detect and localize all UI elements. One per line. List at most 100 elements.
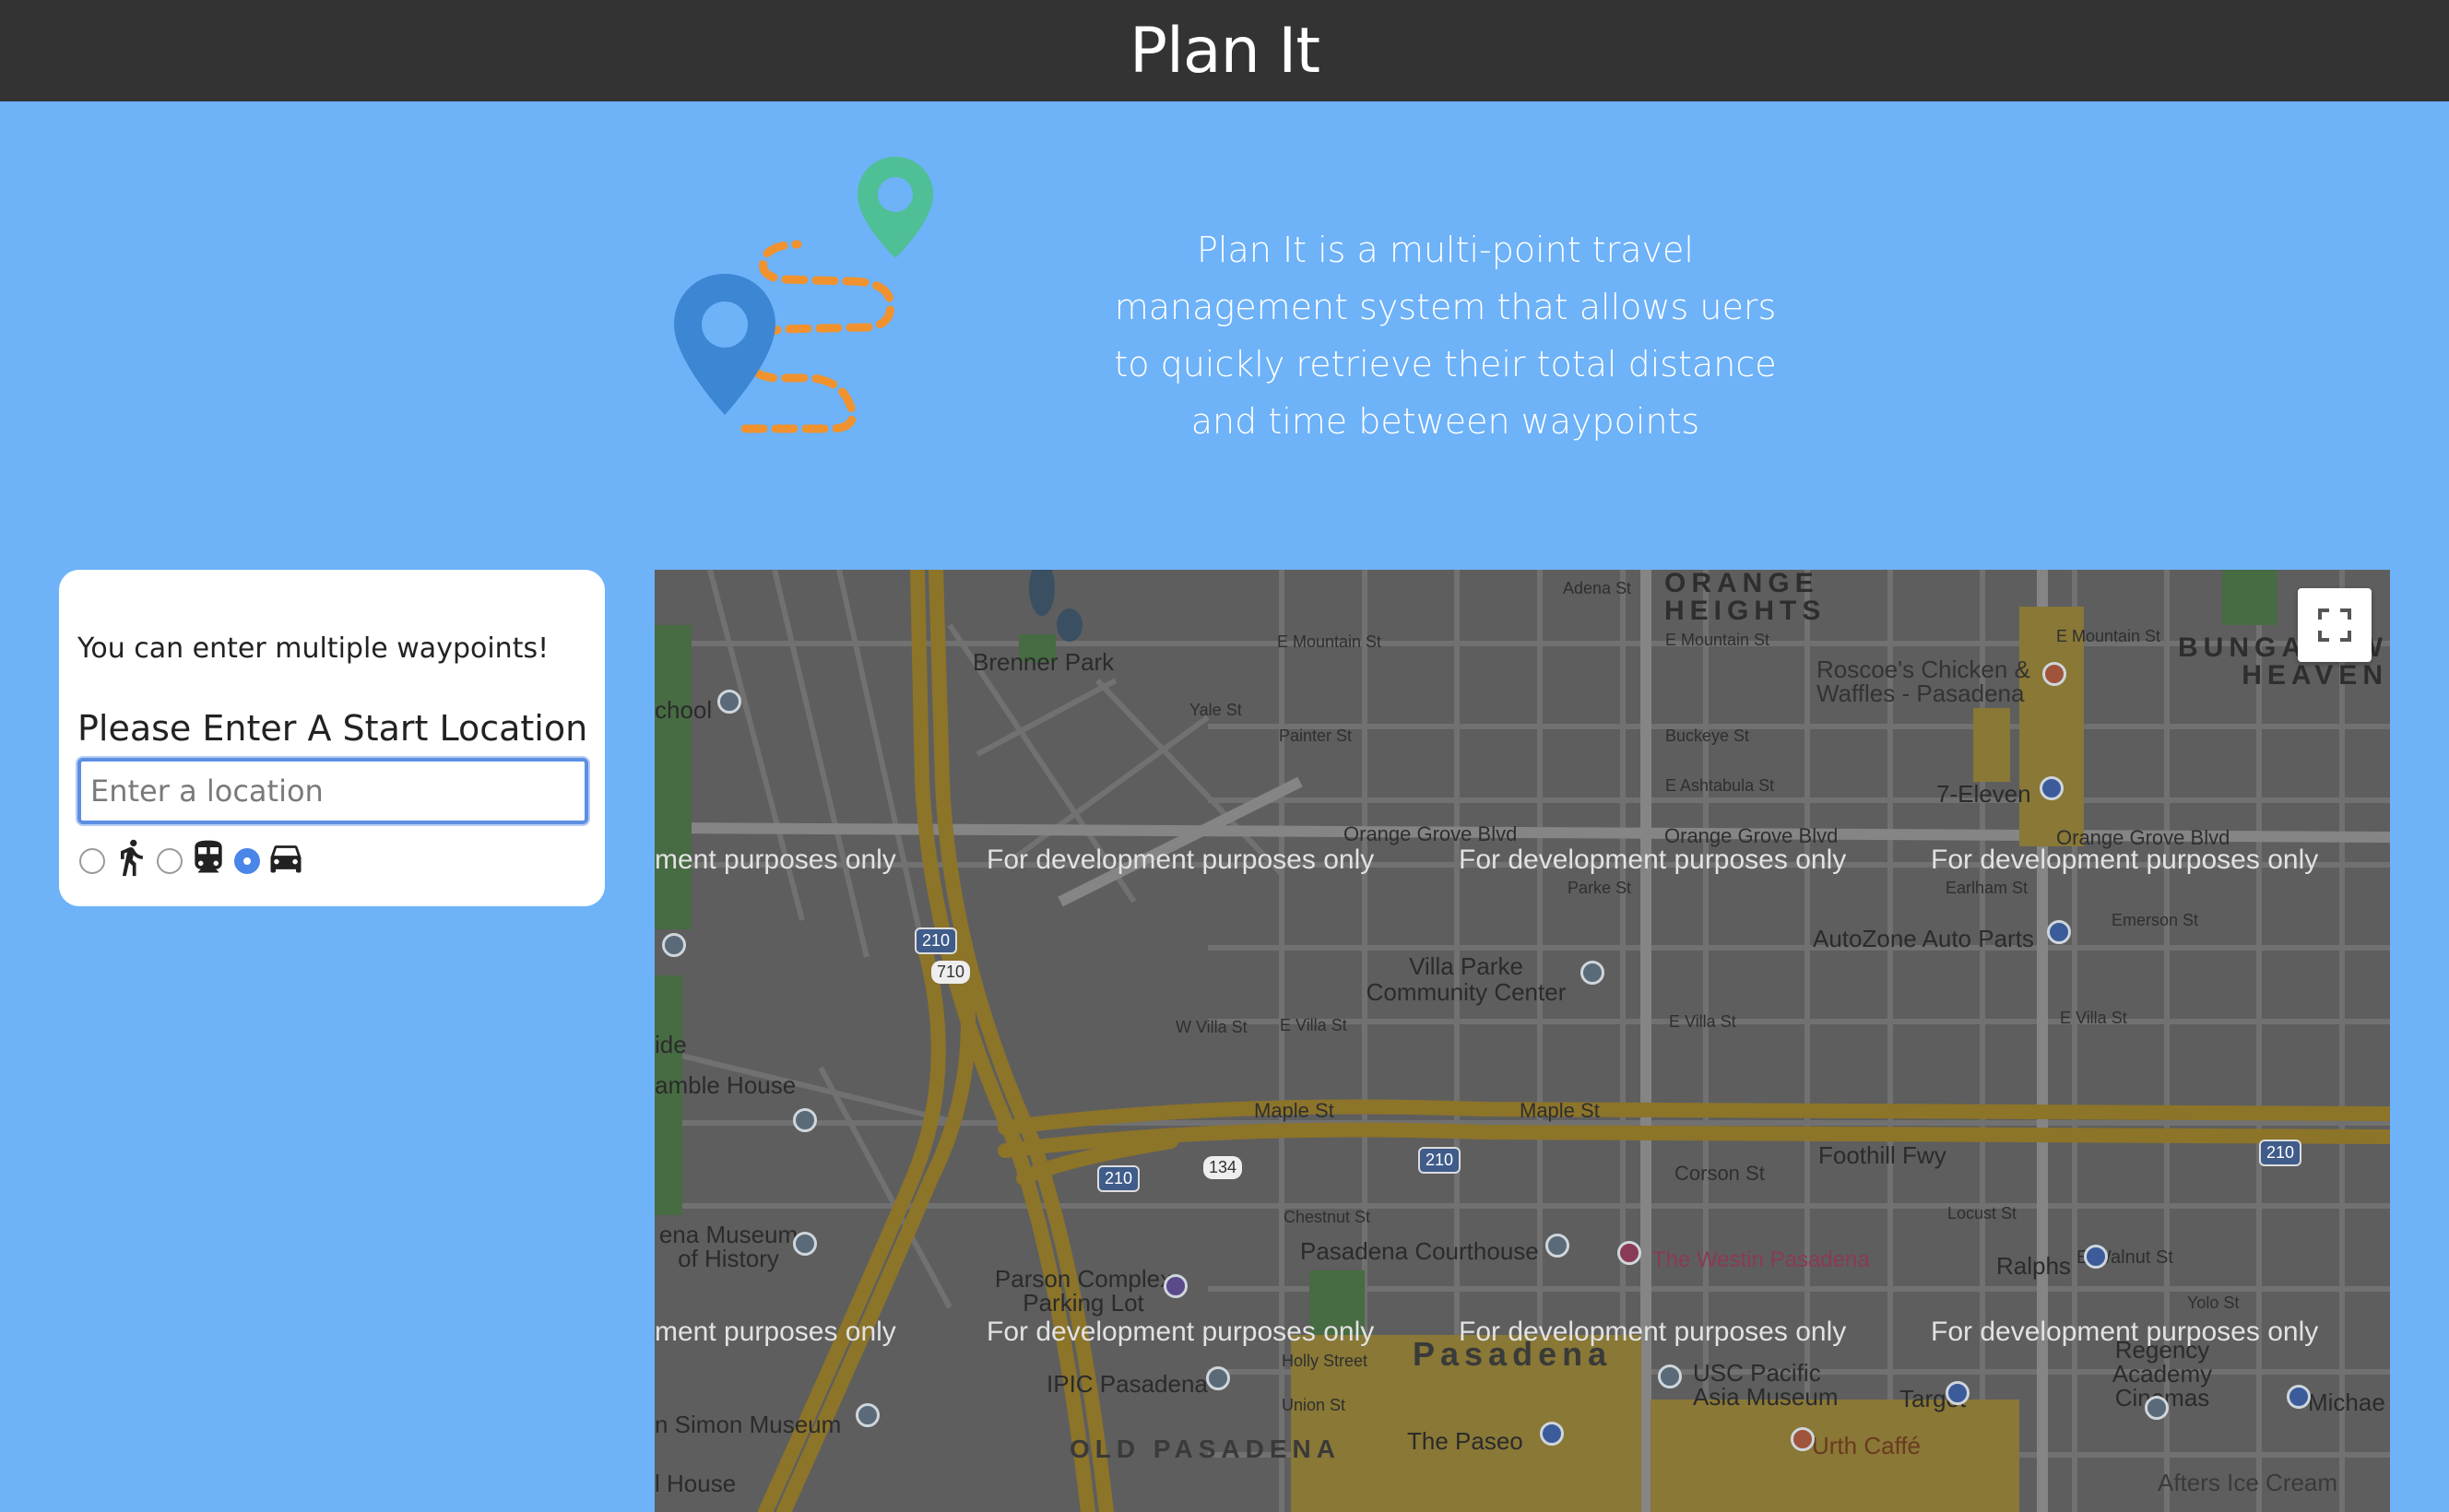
map-poi-pin[interactable] (793, 1108, 817, 1132)
street-label: Buckeye St (1665, 726, 1750, 745)
map-poi-pin[interactable] (2042, 662, 2066, 686)
map-poi-pin[interactable] (1658, 1364, 1682, 1388)
app-header: Plan It (0, 0, 2449, 101)
walking-radio[interactable] (79, 848, 105, 874)
street-label: Union St (1282, 1396, 1346, 1414)
street-label: E Mountain St (1665, 631, 1770, 649)
transit-icon (195, 840, 222, 873)
map-label: AutoZone Auto Parts (1813, 925, 2034, 952)
highway-shield: 710 (931, 961, 971, 984)
map-poi-pin[interactable] (1545, 1234, 1569, 1258)
map-poi-pin[interactable] (2040, 776, 2064, 800)
map-label: amble House (655, 1071, 797, 1099)
dev-watermark: ment purposes only (655, 845, 896, 875)
map-district-label: ORANGE HEIGHTS (1664, 570, 1827, 626)
map-label: l House (655, 1470, 737, 1497)
start-location-input[interactable] (77, 758, 588, 824)
street-label: W Villa St (1176, 1018, 1248, 1036)
map-poi-pin[interactable] (1946, 1381, 1970, 1405)
map-label: chool (655, 696, 713, 724)
map-poi-pin[interactable] (2287, 1385, 2311, 1409)
map-poi-pin[interactable] (1580, 961, 1604, 985)
dev-watermark: For development purposes only (1931, 845, 2319, 875)
map-label: Ralphs (1996, 1252, 2071, 1280)
street-label: Orange Grove Blvd (1343, 822, 1518, 845)
map-poi-pin[interactable] (662, 933, 686, 957)
street-label: Earlham St (1946, 879, 2029, 897)
map-label: USC Pacific Asia Museum (1693, 1359, 1839, 1411)
highway-shield: 210 (915, 927, 958, 954)
map-label: n Simon Museum (655, 1411, 842, 1438)
highway-shield: 210 (2259, 1140, 2302, 1166)
street-label: E Mountain St (2056, 627, 2161, 645)
dev-watermark: ment purposes only (655, 1317, 896, 1347)
street-label: Adena St (1563, 579, 1632, 597)
street-label: Yolo St (2187, 1293, 2240, 1312)
street-label: Holly Street (1282, 1352, 1368, 1370)
car-icon (270, 845, 302, 873)
waypoint-form: You can enter multiple waypoints! Please… (59, 570, 605, 906)
street-label: E Ashtabula St (1665, 776, 1775, 795)
street-label: Parke St (1568, 879, 1632, 897)
map-poi-pin[interactable] (1206, 1366, 1230, 1390)
map-poi-pin[interactable] (2047, 920, 2071, 944)
map-poi-pin[interactable] (2145, 1396, 2169, 1420)
street-label: E Mountain St (1277, 632, 1382, 651)
map-label: Roscoe's Chicken & Waffles - Pasadena (1816, 656, 2030, 707)
fullscreen-icon (2318, 608, 2351, 642)
map-label: 7-Eleven (1936, 780, 2031, 808)
street-label: Yale St (1189, 701, 1242, 719)
street-label: Corson St (1674, 1162, 1765, 1185)
map-poi-pin[interactable] (1617, 1241, 1641, 1265)
street-label: E Villa St (1669, 1012, 1736, 1031)
map-poi-pin[interactable] (1791, 1427, 1815, 1451)
map-label: Urth Caffé (1812, 1432, 1922, 1459)
map-label: Brenner Park (973, 648, 1115, 676)
waypoint-hint: You can enter multiple waypoints! (77, 632, 550, 665)
dev-watermark: For development purposes only (987, 845, 1375, 875)
fullscreen-button[interactable] (2298, 588, 2372, 662)
map-poi-pin[interactable] (793, 1232, 817, 1256)
highway-shield: 210 (1097, 1165, 1141, 1192)
map-label: Parson Complex Parking Lot (994, 1265, 1173, 1317)
street-label: Chestnut St (1284, 1208, 1371, 1226)
start-location-label: Please Enter A Start Location (77, 708, 588, 749)
dev-watermark: For development purposes only (1459, 1317, 1847, 1347)
app-description: Plan It is a multi-point travel manageme… (1114, 230, 1777, 442)
app-title: Plan It (1130, 14, 1320, 88)
map-label: The Westin Pasadena (1652, 1247, 1870, 1272)
route-pins-icon (664, 152, 959, 447)
street-label: Maple St (1520, 1099, 1600, 1122)
map-poi-pin[interactable] (1540, 1422, 1564, 1446)
street-label: Emerson St (2112, 911, 2199, 929)
map-label: IPIC Pasadena (1047, 1370, 1208, 1398)
highway-shield: 134 (1203, 1156, 1243, 1179)
map-poi-pin[interactable] (717, 690, 741, 714)
street-label: E Villa St (2060, 1009, 2127, 1027)
map-label: Afters Ice Cream (2158, 1469, 2338, 1496)
car-radio[interactable] (234, 848, 260, 874)
dev-watermark: For development purposes only (1931, 1317, 2319, 1347)
map-label: ide (655, 1031, 687, 1058)
map-poi-pin[interactable] (2084, 1245, 2108, 1269)
map-label: Foothill Fwy (1818, 1141, 1946, 1169)
map-label: The Paseo (1407, 1427, 1523, 1455)
dev-watermark: For development purposes only (1459, 845, 1847, 875)
street-label: Painter St (1279, 726, 1353, 745)
map-poi-pin[interactable] (1164, 1274, 1188, 1298)
street-label: Locust St (1947, 1204, 2017, 1223)
travel-mode-selector (79, 837, 310, 878)
map-poi-pin[interactable] (856, 1403, 880, 1427)
street-label: E Villa St (1280, 1016, 1347, 1034)
map-label: Villa Parke Community Center (1366, 952, 1567, 1006)
walking-icon (121, 839, 143, 877)
map-label: ena Museum of History (658, 1221, 799, 1272)
route-map[interactable]: Brenner Park ORANGE HEIGHTS BUNGALOW HEA… (655, 570, 2390, 1512)
transit-radio[interactable] (157, 848, 183, 874)
map-label: Michae (2308, 1388, 2385, 1416)
map-label: Pasadena Courthouse (1300, 1237, 1539, 1265)
street-label: Maple St (1254, 1099, 1334, 1122)
highway-shield: 210 (1418, 1147, 1461, 1174)
map-district-label: OLD PASADENA (1070, 1435, 1341, 1463)
dev-watermark: For development purposes only (987, 1317, 1375, 1347)
